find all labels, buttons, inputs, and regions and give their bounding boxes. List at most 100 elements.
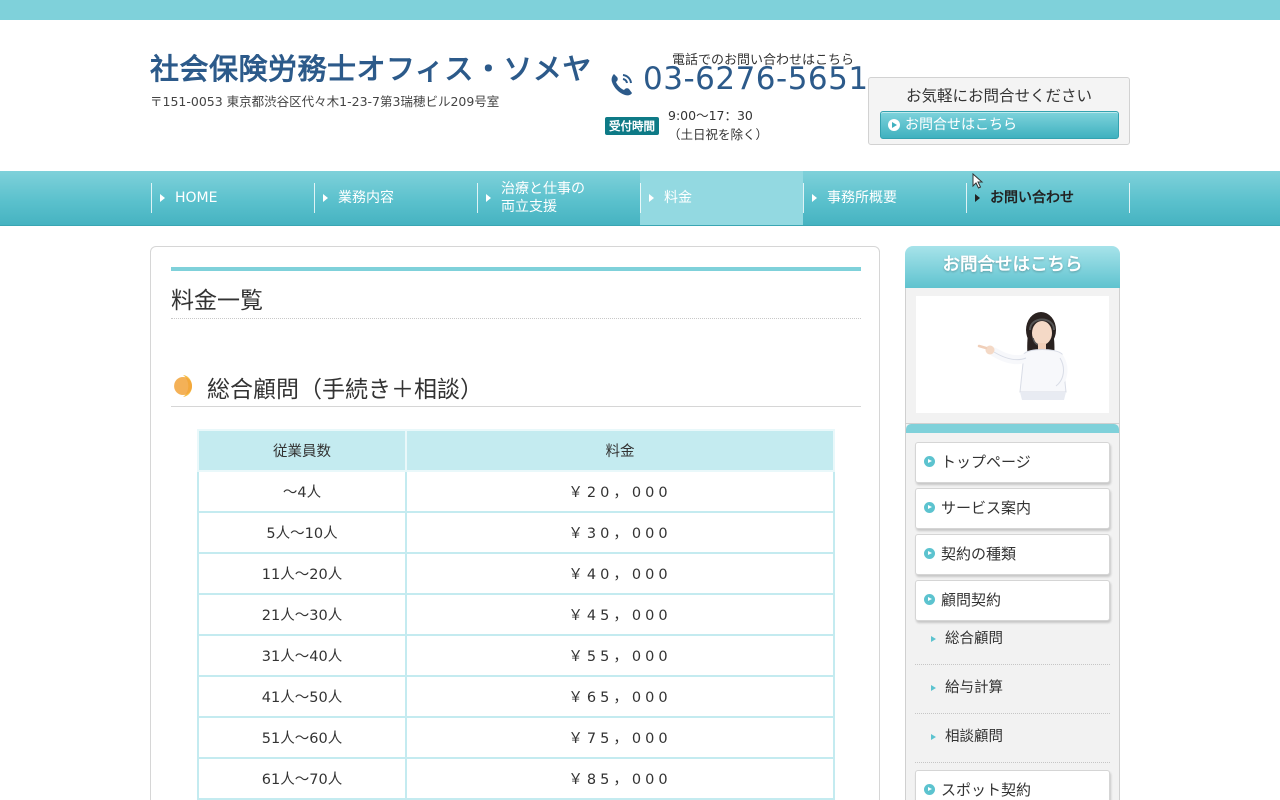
sidebar-subitem-label: 給与計算 — [945, 680, 1003, 696]
employee-range: 5人〜10人 — [197, 511, 407, 554]
nav-item-label: HOME — [175, 190, 218, 206]
business-hours: 9:00〜17：30 （土日祝を除く） — [668, 106, 768, 144]
play-circle-icon — [924, 594, 935, 605]
phone-number[interactable]: 03-6276-5651 — [643, 61, 869, 97]
employee-range: 21人〜30人 — [197, 593, 407, 636]
nav-item-label: 治療と仕事の 両立支援 — [501, 180, 585, 216]
employee-range: 〜4人 — [197, 470, 407, 513]
sidebar-menu: トップページ サービス案内 契約の種類 顧問契約 総合顧問 給与計算 相談顧問 — [905, 424, 1120, 800]
fee-amount: ￥65，000 — [405, 675, 835, 718]
sidebar-item-spot-contract[interactable]: スポット契約 — [915, 770, 1110, 800]
sidebar-subitem-label: 総合顧問 — [945, 631, 1003, 647]
office-address: 〒151-0053 東京都渋谷区代々木1-23-7第3瑞穂ビル209号室 — [150, 94, 500, 109]
column-header-fee: 料金 — [405, 429, 835, 472]
play-circle-icon — [924, 548, 935, 559]
site-title[interactable]: 社会保険労務士オフィス・ソメヤ — [150, 46, 592, 88]
triangle-right-icon — [931, 636, 936, 642]
header-contact-box: お気軽にお問合せください お問合せはこちら — [868, 77, 1130, 145]
page-title: 料金一覧 — [171, 288, 263, 314]
table-row: 5人〜10人 ￥30，000 — [197, 511, 835, 554]
nav-item-label: 料金 — [664, 190, 692, 206]
sidebar-contact-banner[interactable] — [905, 288, 1120, 424]
title-divider — [171, 318, 861, 319]
nav-item-label: 事務所概要 — [827, 190, 897, 206]
sidebar-item-label: スポット契約 — [941, 781, 1032, 799]
sidebar-contact-heading[interactable]: お問合せはこちら — [905, 246, 1120, 288]
nav-item-label: お問い合わせ — [990, 190, 1074, 206]
top-accent-bar — [0, 0, 1280, 20]
play-circle-icon — [924, 456, 935, 467]
sidebar-item-label: 顧問契約 — [941, 591, 1002, 609]
employee-range: 41人〜50人 — [197, 675, 407, 718]
table-row: 51人〜60人 ￥75，000 — [197, 716, 835, 759]
nav-item-fees[interactable]: 料金 — [640, 171, 803, 225]
employee-range: 51人〜60人 — [197, 716, 407, 759]
table-row: 61人〜70人 ￥85，000 — [197, 757, 835, 800]
column-header-employees: 従業員数 — [197, 429, 407, 472]
nav-divider — [1129, 183, 1130, 213]
triangle-right-icon — [486, 194, 491, 202]
sidebar-item-contract-types[interactable]: 契約の種類 — [915, 534, 1110, 575]
nav-item-work-support[interactable]: 治療と仕事の 両立支援 — [477, 171, 640, 225]
moon-bullet-icon — [174, 374, 194, 398]
nav-item-label: 業務内容 — [338, 190, 394, 206]
contact-box-title: お気軽にお問合せください — [905, 87, 1092, 105]
global-nav: HOME 業務内容 治療と仕事の 両立支援 料金 事務所概要 お問い合わせ — [0, 171, 1280, 226]
section-divider — [171, 406, 861, 407]
header-contact-button[interactable]: お問合せはこちら — [880, 111, 1119, 139]
sidebar-item-service-guide[interactable]: サービス案内 — [915, 488, 1110, 529]
table-row: 〜4人 ￥20，000 — [197, 470, 835, 513]
employee-range: 11人〜20人 — [197, 552, 407, 595]
sidebar-subitem-general-advisory[interactable]: 総合顧問 — [915, 616, 1110, 665]
play-circle-icon — [888, 119, 900, 131]
triangle-right-icon — [975, 194, 980, 202]
table-row: 31人〜40人 ￥55，000 — [197, 634, 835, 677]
triangle-right-icon — [931, 685, 936, 691]
sidebar-subitem-payroll[interactable]: 給与計算 — [915, 665, 1110, 714]
hours-note: （土日祝を除く） — [668, 127, 769, 142]
sidebar-menu-accent — [906, 424, 1119, 433]
header-contact-button-label: お問合せはこちら — [905, 117, 1017, 133]
fee-amount: ￥45，000 — [405, 593, 835, 636]
nav-item-home[interactable]: HOME — [151, 171, 314, 225]
hours-badge: 受付時間 — [605, 117, 659, 135]
employee-range: 61人〜70人 — [197, 757, 407, 800]
nav-item-label-line1: 治療と仕事の — [501, 181, 585, 197]
triangle-right-icon — [323, 194, 328, 202]
fee-amount: ￥20，000 — [405, 470, 835, 513]
triangle-right-icon — [931, 734, 936, 740]
triangle-right-icon — [812, 194, 817, 202]
sidebar-item-top-page[interactable]: トップページ — [915, 442, 1110, 483]
main-content: 料金一覧 総合顧問（手続き＋相談） 従業員数 料金 〜4人 ￥20，000 5人… — [150, 246, 880, 800]
sidebar-subitem-consultation[interactable]: 相談顧問 — [915, 714, 1110, 763]
nav-item-office[interactable]: 事務所概要 — [803, 171, 966, 225]
sidebar-subitem-label: 相談顧問 — [945, 729, 1003, 745]
fee-amount: ￥40，000 — [405, 552, 835, 595]
sidebar-item-label: トップページ — [941, 453, 1031, 471]
play-circle-icon — [924, 502, 935, 513]
fee-amount: ￥75，000 — [405, 716, 835, 759]
table-header-row: 従業員数 料金 — [197, 429, 835, 472]
fee-amount: ￥85，000 — [405, 757, 835, 800]
fee-table: 従業員数 料金 〜4人 ￥20，000 5人〜10人 ￥30，000 11人〜2… — [197, 429, 835, 800]
sidebar-item-advisory-contract[interactable]: 顧問契約 — [915, 580, 1110, 621]
table-row: 21人〜30人 ￥45，000 — [197, 593, 835, 636]
nav-item-label-line2: 両立支援 — [501, 199, 557, 215]
operator-illustration — [916, 296, 1109, 413]
sidebar-item-label: サービス案内 — [941, 499, 1032, 517]
section-title: 総合顧問（手続き＋相談） — [207, 377, 483, 403]
fee-amount: ￥30，000 — [405, 511, 835, 554]
sidebar-item-label: 契約の種類 — [941, 545, 1017, 563]
employee-range: 31人〜40人 — [197, 634, 407, 677]
hours-time: 9:00〜17：30 — [668, 108, 753, 123]
triangle-right-icon — [649, 194, 654, 202]
play-circle-icon — [924, 784, 935, 795]
nav-item-contact[interactable]: お問い合わせ — [966, 171, 1129, 225]
triangle-right-icon — [160, 194, 165, 202]
table-row: 11人〜20人 ￥40，000 — [197, 552, 835, 595]
page-title-accent — [171, 267, 861, 271]
table-row: 41人〜50人 ￥65，000 — [197, 675, 835, 718]
nav-item-services[interactable]: 業務内容 — [314, 171, 477, 225]
phone-icon — [611, 74, 632, 96]
fee-amount: ￥55，000 — [405, 634, 835, 677]
